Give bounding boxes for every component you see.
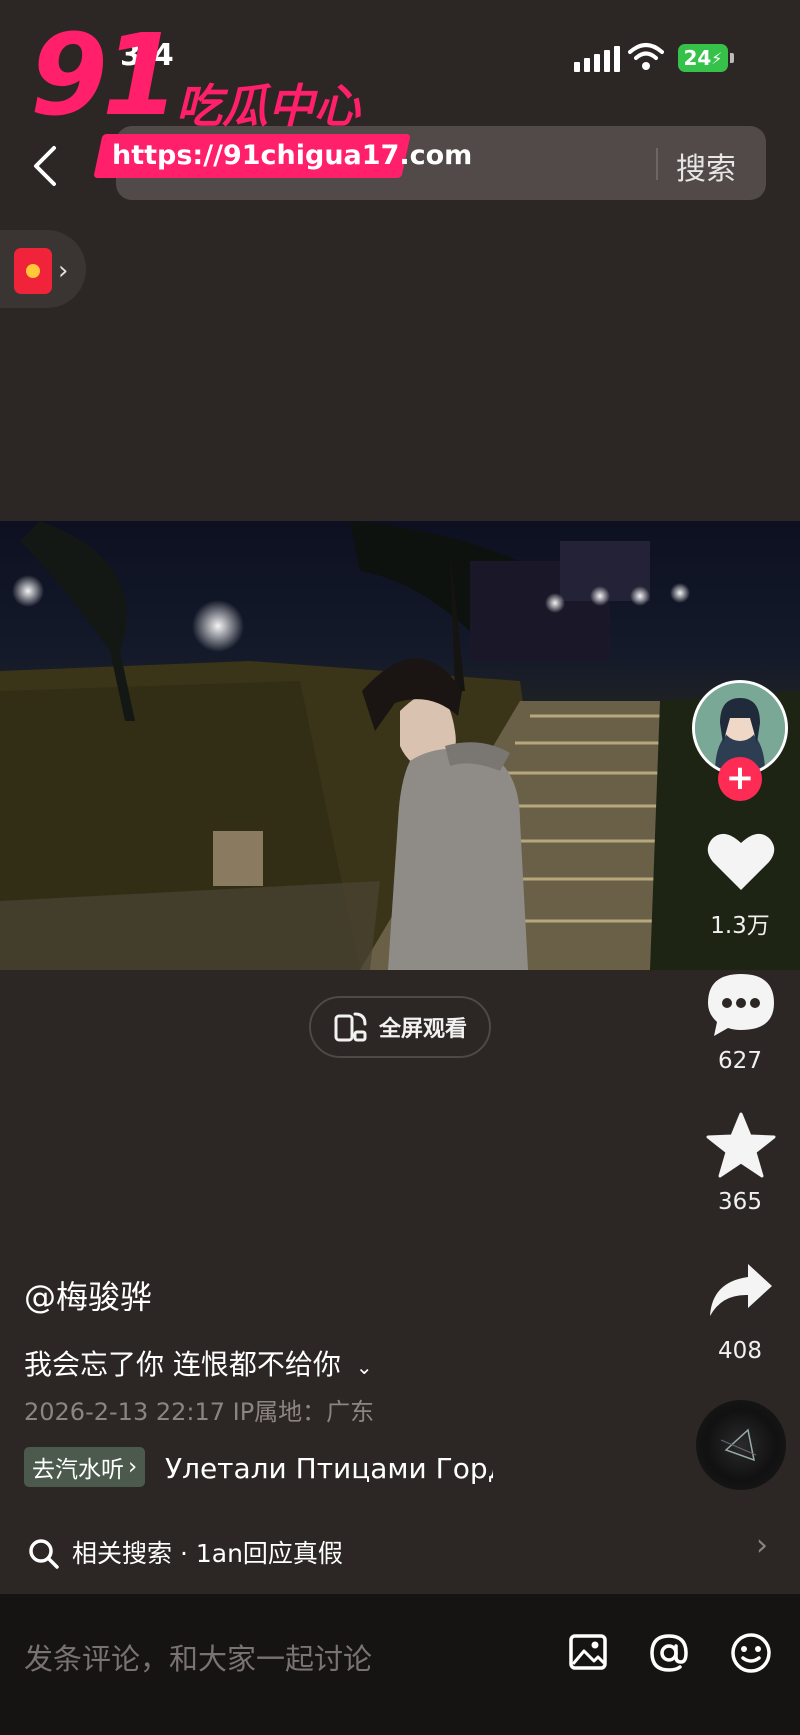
watermark-url: https://91chigua17.com [112,140,473,171]
music-disc-art [720,1428,757,1462]
fullscreen-button[interactable]: 全屏观看 [309,996,491,1058]
star-icon [706,1112,776,1178]
music-tag-button[interactable]: 去汽水听 › [24,1447,146,1487]
chevron-left-icon [34,146,56,186]
search-button[interactable]: 搜索 [676,144,736,188]
post-meta: 2026-2-13 22:17 IP属地：广东 [24,1398,375,1426]
favorite-button[interactable] [706,1112,776,1182]
signal-icon [574,46,620,72]
chevron-right-icon: › [58,256,69,286]
watermark-logo-number: 91 [30,11,180,141]
author-name[interactable]: @梅骏骅 [24,1272,152,1318]
search-icon [28,1538,60,1574]
share-button[interactable] [708,1262,774,1322]
wifi-icon [628,42,664,76]
music-title[interactable]: Улетали Птицами Горд [165,1452,493,1485]
video-frame-image [0,521,800,970]
music-disc[interactable] [696,1400,786,1490]
follow-button[interactable]: + [718,757,762,801]
emoji-icon[interactable] [729,1631,773,1679]
comment-input[interactable]: 发条评论，和大家一起讨论 [24,1636,372,1678]
related-search-text: 相关搜索 · 1an回应真假 [72,1539,343,1568]
share-count: 408 [718,1338,762,1364]
rotate-screen-icon [334,1012,367,1042]
search-divider [656,148,658,180]
battery-icon: 24 ⚡ [678,44,728,72]
image-icon[interactable] [568,1632,608,1676]
chevron-right-icon: › [756,1528,768,1563]
caption-text: 我会忘了你 连恨都不给你 [24,1348,341,1381]
post-caption[interactable]: 我会忘了你 连恨都不给你 ⌄ [24,1343,373,1383]
red-envelope-seal [26,264,40,278]
like-button[interactable] [706,830,776,896]
favorite-count: 365 [718,1189,762,1215]
watermark-logo-text: 吃瓜中心 [176,79,360,133]
video-player[interactable] [0,521,800,970]
share-arrow-icon [710,1264,772,1316]
comment-icon [708,974,774,1036]
chevron-right-icon: › [128,1454,138,1480]
battery-tip [730,53,734,63]
comment-count: 627 [718,1048,762,1074]
comment-button[interactable] [706,972,776,1042]
music-tag-label: 去汽水听 [32,1457,124,1483]
battery-level: 24 [683,46,712,70]
back-button[interactable] [26,144,66,188]
like-count: 1.3万 [710,913,770,939]
fullscreen-label: 全屏观看 [378,1017,467,1042]
chevron-down-icon[interactable]: ⌄ [356,1355,373,1379]
heart-icon [707,833,775,890]
mention-icon[interactable] [648,1632,690,1678]
